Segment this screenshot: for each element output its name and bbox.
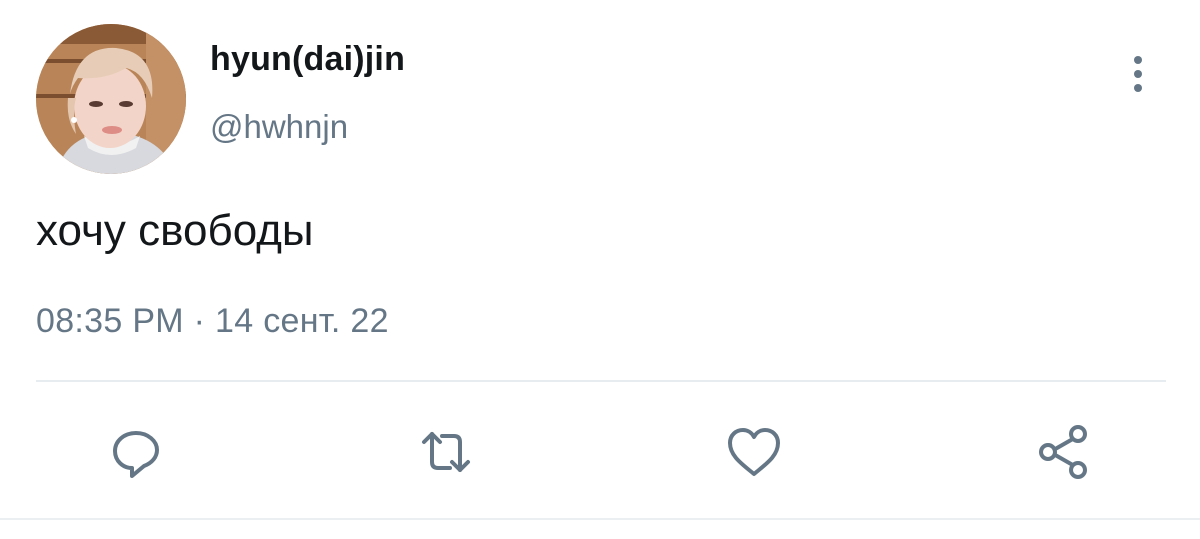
more-options-dot <box>1134 70 1142 78</box>
display-name[interactable]: hyun(dai)jin <box>210 40 405 79</box>
tweet-timestamp: 08:35 PM · 14 сент. 22 <box>36 302 389 340</box>
share-icon <box>1039 425 1087 479</box>
like-icon <box>728 428 780 476</box>
user-handle[interactable]: @hwhnjn <box>210 108 348 146</box>
avatar-image <box>36 24 186 174</box>
retweet-button[interactable] <box>414 420 478 484</box>
tweet-text: хочу свободы <box>36 206 314 255</box>
tweet-card: hyun(dai)jin @hwhnjn хочу свободы 08:35 … <box>0 0 1200 539</box>
divider <box>36 380 1166 382</box>
like-button[interactable] <box>722 420 786 484</box>
reply-icon <box>113 431 159 478</box>
bottom-divider <box>0 518 1200 520</box>
reply-button[interactable] <box>104 420 168 484</box>
more-options-icon <box>1134 56 1142 64</box>
avatar[interactable] <box>36 24 186 174</box>
share-button[interactable] <box>1032 420 1096 484</box>
more-options-button[interactable] <box>1118 52 1158 96</box>
more-options-dot <box>1134 84 1142 92</box>
retweet-icon <box>422 432 470 472</box>
